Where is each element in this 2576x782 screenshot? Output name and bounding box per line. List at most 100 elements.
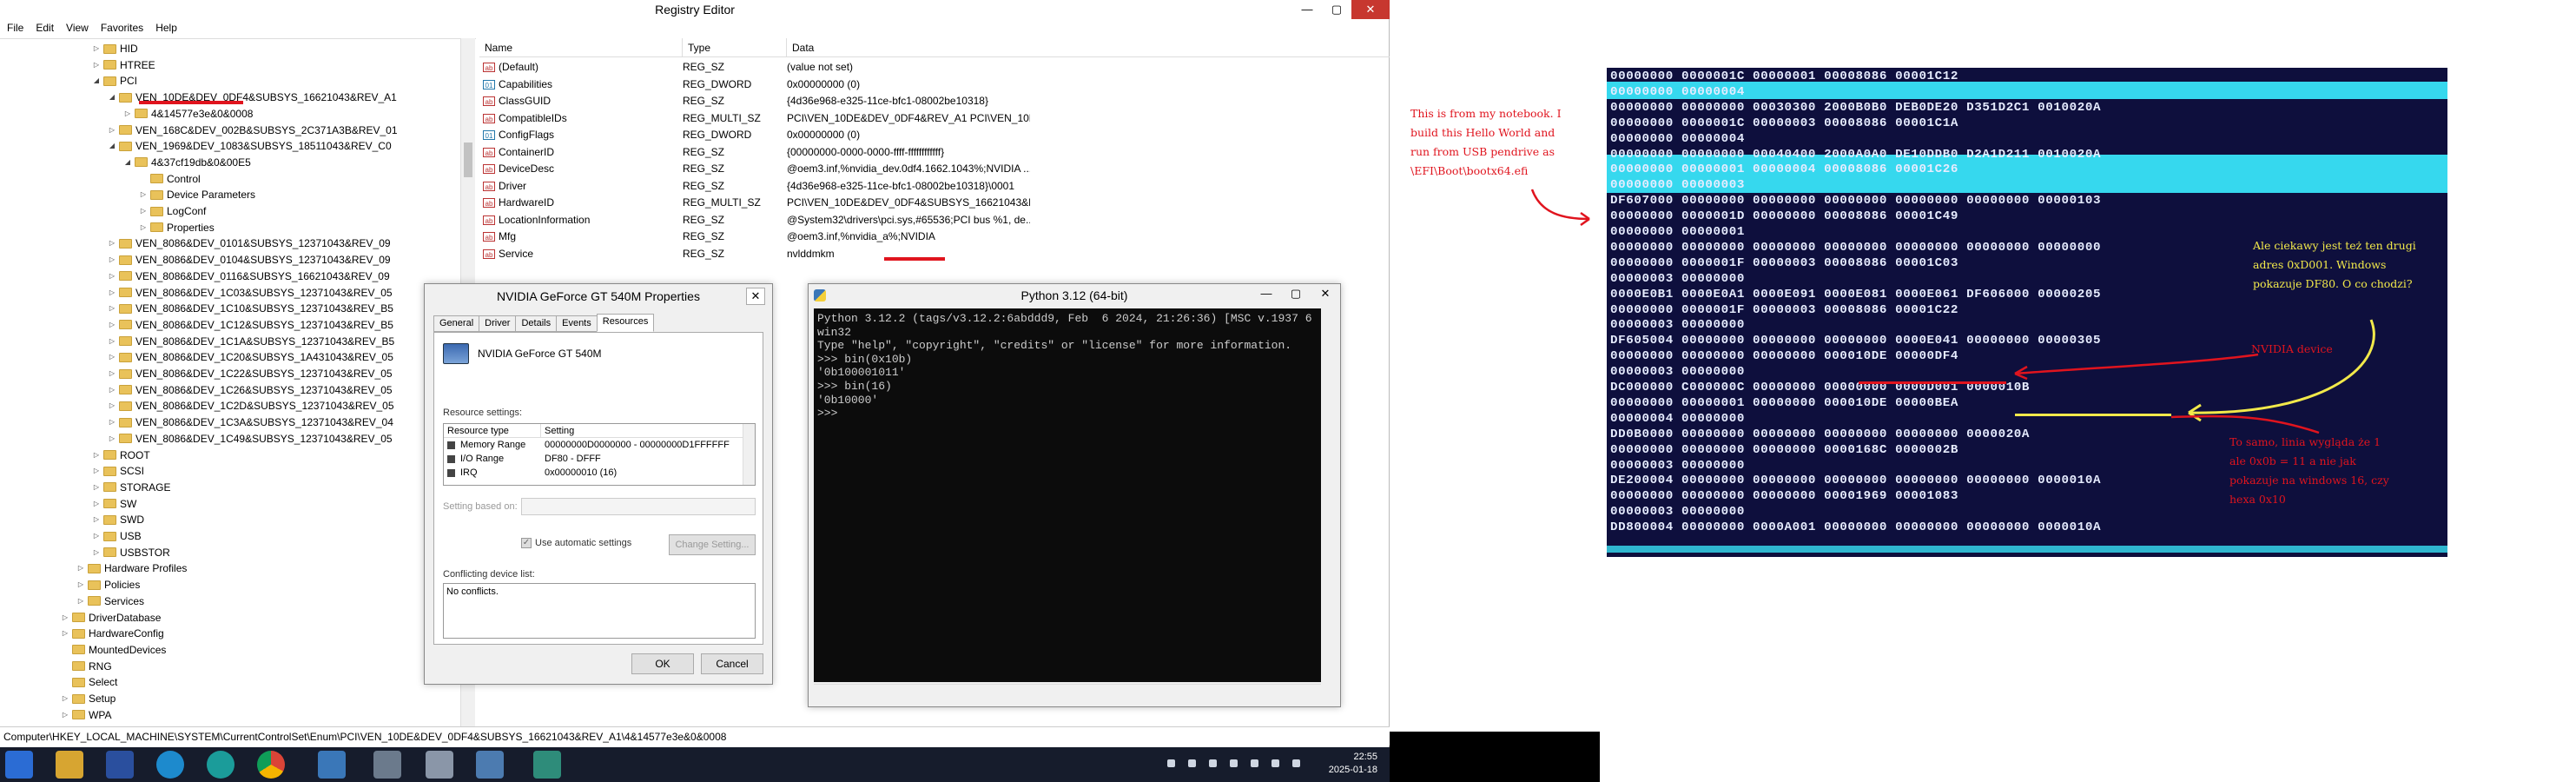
expand-arrow-icon[interactable]: ▷ [92, 528, 101, 544]
expand-arrow-icon[interactable]: ▷ [92, 496, 101, 512]
resource-row[interactable]: Memory Range 00000000D0000000 - 00000000D… [444, 438, 755, 452]
column-data[interactable]: Data [787, 38, 1390, 56]
expand-arrow-icon[interactable]: ▷ [139, 220, 148, 235]
tree-node[interactable]: ◢ VEN_1969&DEV_1083&SUBSYS_18511043&REV_C… [108, 138, 392, 154]
tray-network-icon[interactable] [1209, 759, 1217, 767]
expand-arrow-icon[interactable]: ▷ [108, 123, 116, 138]
tree-node[interactable]: ▷ Setup [61, 691, 116, 706]
resource-row[interactable]: I/O Range DF80 - DFFF [444, 452, 755, 466]
store-icon[interactable] [156, 751, 184, 779]
expand-arrow-icon[interactable]: ▷ [123, 106, 132, 122]
tree-node[interactable]: RNG [61, 659, 112, 674]
expand-arrow-icon[interactable]: ▷ [61, 691, 69, 706]
expand-arrow-icon[interactable]: ▷ [108, 349, 116, 365]
tree-node[interactable]: ▷ SCSI [92, 463, 144, 479]
tree-node[interactable]: ▷ VEN_8086&DEV_0101&SUBSYS_12371043&REV_0… [108, 235, 391, 251]
use-automatic-checkbox[interactable]: ✓ [521, 538, 532, 548]
tree-node[interactable]: ▷ ROOT [92, 447, 150, 463]
tree-node[interactable]: ▷ Hardware Profiles [76, 560, 187, 576]
expand-arrow-icon[interactable]: ▷ [108, 317, 116, 333]
tree-node[interactable]: ▷ STORAGE [92, 480, 171, 495]
expand-arrow-icon[interactable]: ▷ [92, 480, 101, 495]
collapse-arrow-icon[interactable]: ◢ [123, 155, 132, 170]
console-maximize-button[interactable]: ▢ [1281, 284, 1311, 303]
tree-node[interactable]: ▷ DriverDatabase [61, 610, 161, 626]
tree-node[interactable]: ▷ VEN_8086&DEV_1C49&SUBSYS_12371043&REV_0… [108, 431, 393, 447]
console-hscroll[interactable] [814, 684, 1321, 698]
app-icon[interactable] [106, 751, 134, 779]
value-row[interactable]: ab HardwareID REG_MULTI_SZ PCI\VEN_10DE&DEV… [483, 195, 1030, 211]
expand-arrow-icon[interactable]: ▷ [108, 366, 116, 381]
menu-view[interactable]: View [66, 19, 89, 36]
expand-arrow-icon[interactable]: ▷ [108, 268, 116, 284]
tree-node[interactable]: MountedDevices [61, 642, 166, 658]
regedit-icon[interactable] [476, 751, 504, 779]
tab-driver[interactable]: Driver [479, 315, 517, 332]
device-manager-icon[interactable] [426, 751, 453, 779]
resource-row[interactable]: IRQ 0x00000010 (16) [444, 466, 755, 480]
chrome-icon[interactable] [257, 751, 285, 779]
tab-general[interactable]: General [433, 315, 480, 332]
resource-type-header[interactable]: Resource type [444, 424, 541, 437]
expand-arrow-icon[interactable]: ▷ [108, 398, 116, 414]
tray-bluetooth-icon[interactable] [1188, 759, 1196, 767]
console-minimize-button[interactable]: — [1252, 284, 1281, 303]
expand-arrow-icon[interactable]: ▷ [92, 463, 101, 479]
tree-node[interactable]: ▷ VEN_168C&DEV_002B&SUBSYS_2C371A3B&REV_0… [108, 123, 398, 138]
console-close-button[interactable]: ✕ [1311, 284, 1340, 303]
expand-arrow-icon[interactable]: ▷ [76, 577, 85, 593]
tree-node[interactable]: ◢ 4&37cf19db&0&00E5 [123, 155, 251, 170]
settings-icon[interactable] [373, 751, 401, 779]
expand-arrow-icon[interactable]: ▷ [108, 431, 116, 447]
tray-chevron-icon[interactable] [1167, 759, 1175, 767]
tree-node[interactable]: ▷ Device Parameters [139, 187, 255, 202]
tab-details[interactable]: Details [515, 315, 558, 332]
tree-node[interactable]: ▷ Properties [139, 220, 215, 235]
cancel-button[interactable]: Cancel [701, 653, 763, 674]
tree-node[interactable]: ▷ VEN_8086&DEV_1C26&SUBSYS_12371043&REV_0… [108, 382, 393, 398]
python-taskbar-icon[interactable] [318, 751, 346, 779]
expand-arrow-icon[interactable]: ▷ [92, 545, 101, 560]
tree-node[interactable]: ▷ USBSTOR [92, 545, 170, 560]
menu-edit[interactable]: Edit [36, 19, 54, 36]
tree-node[interactable]: ▷ SW [92, 496, 136, 512]
tray-notification-icon[interactable] [1292, 759, 1300, 767]
expand-arrow-icon[interactable]: ▷ [108, 334, 116, 349]
expand-arrow-icon[interactable]: ▷ [108, 252, 116, 268]
resource-list-scrollbar[interactable] [743, 424, 755, 485]
expand-arrow-icon[interactable]: ▷ [76, 560, 85, 576]
menu-file[interactable]: File [7, 19, 23, 36]
tree-node[interactable]: ▷ USB [92, 528, 142, 544]
value-row[interactable]: 01 Capabilities REG_DWORD 0x00000000 (0) [483, 76, 1030, 93]
tree-node[interactable]: ▷ VEN_8086&DEV_1C2D&SUBSYS_12371043&REV_0… [108, 398, 394, 414]
start-icon[interactable] [5, 751, 33, 779]
value-row[interactable]: ab ClassGUID REG_SZ {4d36e968-e325-11ce-bfc… [483, 93, 1030, 109]
expand-arrow-icon[interactable]: ▷ [61, 626, 69, 641]
tree-node[interactable]: ▷ VEN_8086&DEV_1C03&SUBSYS_12371043&REV_0… [108, 285, 393, 301]
setting-header[interactable]: Setting [541, 424, 574, 437]
expand-arrow-icon[interactable]: ▷ [108, 414, 116, 430]
tray-volume-icon[interactable] [1251, 759, 1258, 767]
edge-icon[interactable] [207, 751, 234, 779]
resource-settings-list[interactable]: Resource type Setting Memory Range 000000… [443, 423, 756, 486]
expand-arrow-icon[interactable]: ▷ [92, 57, 101, 73]
collapse-arrow-icon[interactable]: ◢ [108, 89, 116, 105]
menu-favorites[interactable]: Favorites [101, 19, 143, 36]
column-name[interactable]: Name [479, 38, 683, 56]
value-row[interactable]: ab (Default) REG_SZ (value not set) [483, 59, 1030, 76]
value-row[interactable]: ab Service REG_SZ nvlddmkm [483, 246, 1030, 262]
ok-button[interactable]: OK [631, 653, 694, 674]
hardware-icon[interactable] [533, 751, 561, 779]
tab-resources[interactable]: Resources [596, 314, 655, 332]
tray-language-icon[interactable] [1271, 759, 1279, 767]
close-button[interactable]: ✕ [1351, 0, 1390, 19]
tree-node[interactable]: ▷ Policies [76, 577, 140, 593]
change-setting-button[interactable]: Change Setting... [669, 534, 756, 555]
expand-arrow-icon[interactable]: ▷ [61, 610, 69, 626]
expand-arrow-icon[interactable]: ▷ [76, 593, 85, 609]
expand-arrow-icon[interactable]: ▷ [92, 447, 101, 463]
tree-node[interactable]: ▷ SWD [92, 512, 144, 527]
tree-node[interactable]: Select [61, 674, 117, 690]
expand-arrow-icon[interactable]: ▷ [139, 203, 148, 219]
expand-arrow-icon[interactable]: ▷ [108, 285, 116, 301]
